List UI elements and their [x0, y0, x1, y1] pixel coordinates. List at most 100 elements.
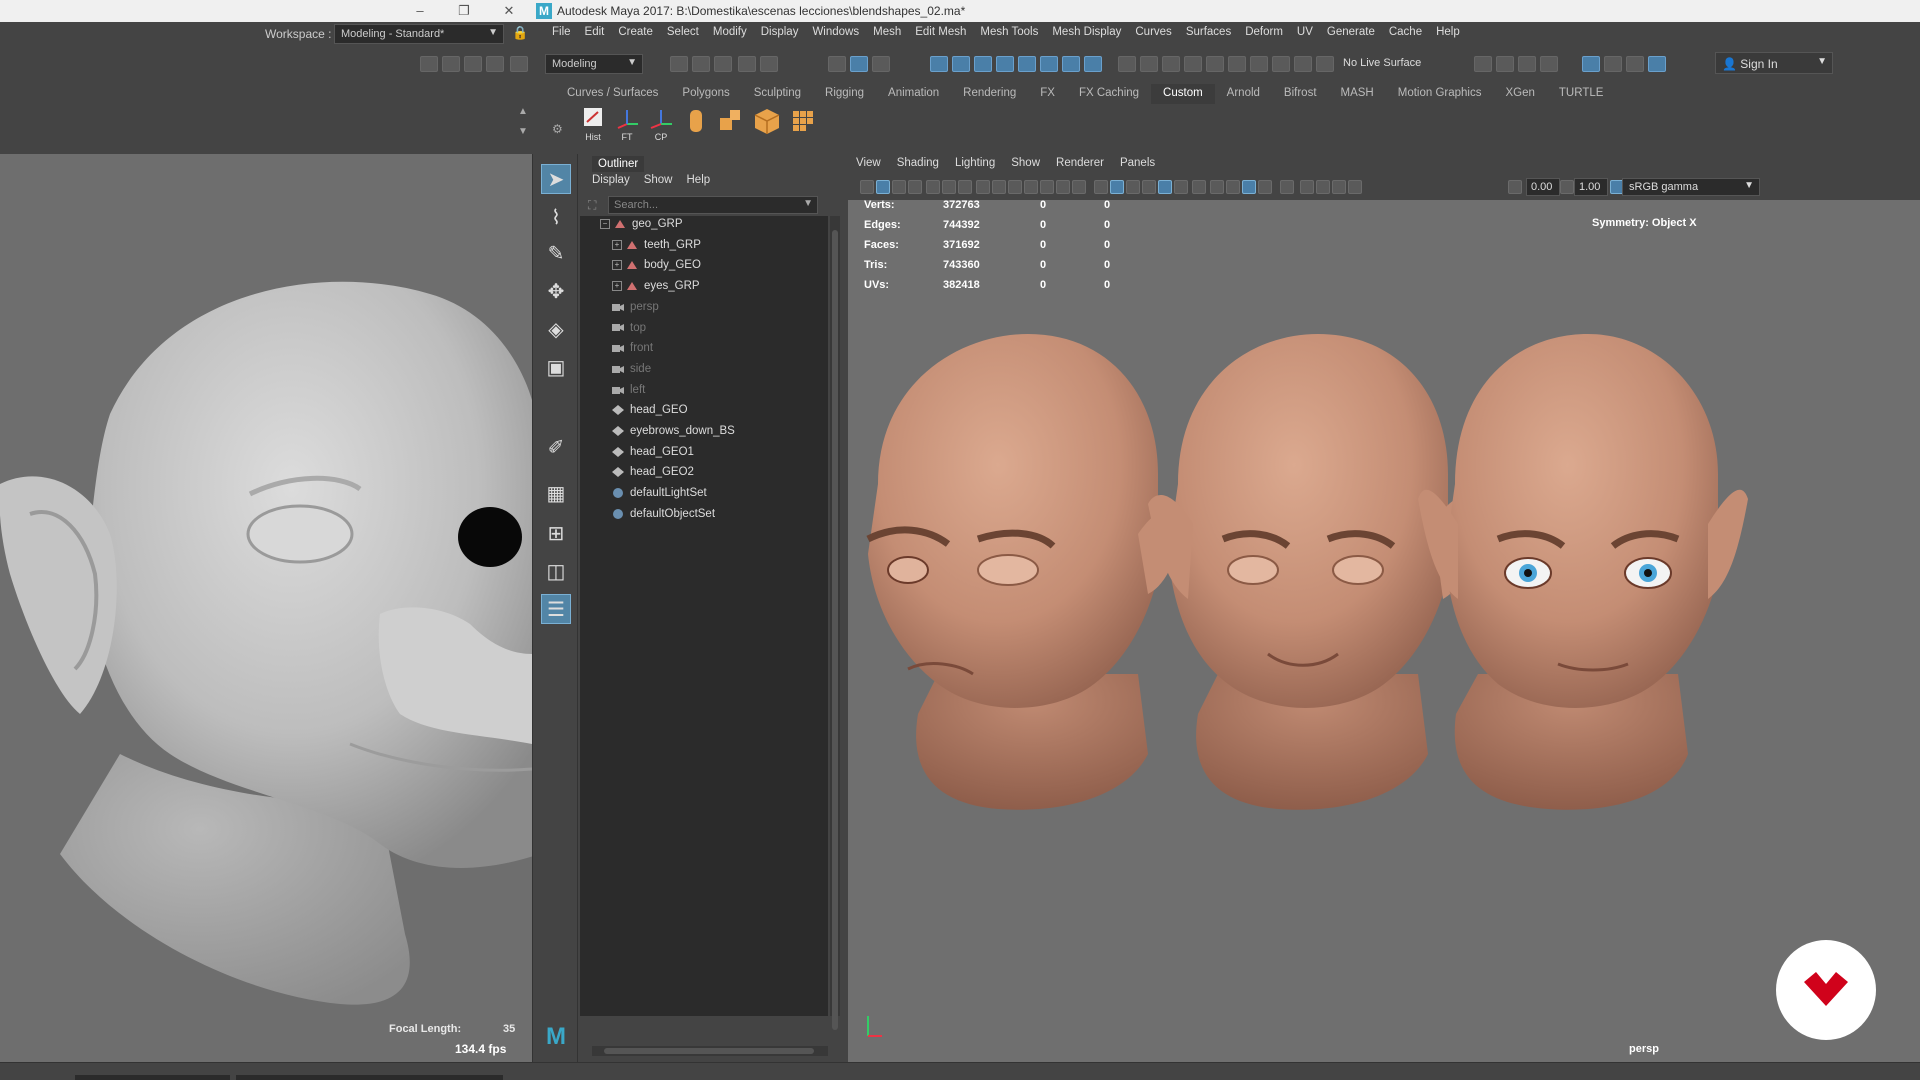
- outliner-title[interactable]: Outliner: [592, 156, 645, 172]
- render-frame-icon[interactable]: [1496, 56, 1514, 72]
- move-tool-icon[interactable]: ✥: [541, 276, 571, 306]
- select-component-icon[interactable]: [872, 56, 890, 72]
- menu-uv[interactable]: UV: [1290, 26, 1320, 38]
- shelf-scroll-down-icon[interactable]: ▼: [518, 126, 528, 137]
- menu-modify[interactable]: Modify: [706, 26, 754, 38]
- outliner-item[interactable]: + body_GEO: [612, 259, 701, 279]
- select-object-icon[interactable]: [850, 56, 868, 72]
- snap-view-icon[interactable]: [996, 56, 1014, 72]
- menu-mesh-display[interactable]: Mesh Display: [1045, 26, 1128, 38]
- layers-icon[interactable]: [510, 56, 528, 72]
- outliner-item[interactable]: + teeth_GRP: [612, 239, 701, 259]
- shelf-button-cube[interactable]: [752, 106, 782, 138]
- save-scene-icon[interactable]: [714, 56, 732, 72]
- snap-grid-icon[interactable]: [930, 56, 948, 72]
- outliner-item[interactable]: head_GEO1: [612, 446, 694, 466]
- viewport-persp[interactable]: View Shading Lighting Show Renderer Panels 0.…: [848, 154, 1920, 1062]
- shelf-tab-sculpting[interactable]: Sculpting: [742, 84, 813, 104]
- shelf-tab-turtle[interactable]: TURTLE: [1547, 84, 1616, 104]
- ipr-icon[interactable]: [1294, 56, 1312, 72]
- shelf-tab-xgen[interactable]: XGen: [1493, 84, 1546, 104]
- expand-icon[interactable]: +: [612, 239, 622, 250]
- snap-icon[interactable]: [1062, 56, 1080, 72]
- menu-curves[interactable]: Curves: [1128, 26, 1178, 38]
- snap-point-icon[interactable]: [974, 56, 992, 72]
- menu-set-select[interactable]: Modeling ▼: [545, 54, 643, 74]
- outliner-item[interactable]: persp: [612, 301, 659, 321]
- layout-icon[interactable]: [442, 56, 460, 72]
- pause-icon[interactable]: [1648, 56, 1666, 72]
- outliner-vertical-scrollbar[interactable]: [830, 216, 840, 1030]
- outliner-item[interactable]: − geo_GRP: [600, 218, 683, 238]
- scale-tool-icon[interactable]: ▣: [541, 352, 571, 382]
- rotate-tool-icon[interactable]: ◈: [541, 314, 571, 344]
- shelf-tab-arnold[interactable]: Arnold: [1215, 84, 1272, 104]
- menu-cache[interactable]: Cache: [1382, 26, 1429, 38]
- snap-icon[interactable]: [1040, 56, 1058, 72]
- outliner-item[interactable]: + eyes_GRP: [612, 280, 700, 300]
- open-scene-icon[interactable]: [692, 56, 710, 72]
- menu-edit[interactable]: Edit: [578, 26, 612, 38]
- hypershade-icon[interactable]: [1582, 56, 1600, 72]
- menu-mesh-tools[interactable]: Mesh Tools: [973, 26, 1045, 38]
- shelf-button-cp[interactable]: CP: [646, 106, 676, 142]
- history-icon[interactable]: [1118, 56, 1136, 72]
- menu-display[interactable]: Display: [754, 26, 806, 38]
- menu-help[interactable]: Help: [1429, 26, 1467, 38]
- shelf-scroll-up-icon[interactable]: ▲: [518, 106, 528, 117]
- outliner-horizontal-scrollbar[interactable]: [592, 1046, 828, 1056]
- outliner-layout-icon[interactable]: ☰: [541, 594, 571, 624]
- outliner-item[interactable]: left: [612, 384, 645, 404]
- paint-select-tool-icon[interactable]: ✎: [541, 238, 571, 268]
- restore-button[interactable]: ❐: [449, 1, 479, 21]
- pivot-icon[interactable]: [1206, 56, 1224, 72]
- collapse-icon[interactable]: −: [600, 218, 610, 229]
- layout-icon[interactable]: [486, 56, 504, 72]
- four-view-icon[interactable]: ⊞: [541, 518, 571, 548]
- shelf-settings-icon[interactable]: ⚙: [552, 122, 563, 136]
- shelf-tab-animation[interactable]: Animation: [876, 84, 951, 104]
- lock-icon[interactable]: 🔒: [512, 25, 528, 41]
- expand-icon[interactable]: +: [612, 260, 622, 271]
- ipr-render-icon[interactable]: [1518, 56, 1536, 72]
- outliner-item[interactable]: eyebrows_down_BS: [612, 425, 735, 445]
- redo-icon[interactable]: [760, 56, 778, 72]
- shelf-tab-fx[interactable]: FX: [1028, 84, 1067, 104]
- select-hierarchy-icon[interactable]: [828, 56, 846, 72]
- outliner-menu-help[interactable]: Help: [687, 174, 711, 186]
- lasso-tool-icon[interactable]: ⌇: [541, 202, 571, 232]
- new-scene-icon[interactable]: [670, 56, 688, 72]
- layout-icon[interactable]: [464, 56, 482, 72]
- single-view-icon[interactable]: ▦: [541, 478, 571, 508]
- menu-surfaces[interactable]: Surfaces: [1179, 26, 1238, 38]
- snap-curve-icon[interactable]: [952, 56, 970, 72]
- select-tool-icon[interactable]: ➤: [541, 164, 571, 194]
- soft-select-tool-icon[interactable]: ✐: [541, 432, 571, 462]
- render-setup-icon[interactable]: [1604, 56, 1622, 72]
- close-button[interactable]: ✕: [494, 1, 524, 21]
- lasso-icon[interactable]: [1250, 56, 1268, 72]
- shelf-tab-polygons[interactable]: Polygons: [670, 84, 741, 104]
- menu-windows[interactable]: Windows: [805, 26, 866, 38]
- outliner-menu-display[interactable]: Display: [592, 174, 630, 186]
- outliner-item[interactable]: front: [612, 342, 653, 362]
- outliner-item[interactable]: side: [612, 363, 651, 383]
- shelf-button-grid[interactable]: [788, 106, 818, 138]
- construction-history-icon[interactable]: [1184, 56, 1202, 72]
- snap-icon[interactable]: [1084, 56, 1102, 72]
- range-slider[interactable]: [236, 1075, 503, 1080]
- shelf-tab-curves-surfaces[interactable]: Curves / Surfaces: [555, 84, 670, 104]
- scrollbar-thumb[interactable]: [832, 230, 838, 1030]
- shelf-tab-rendering[interactable]: Rendering: [951, 84, 1028, 104]
- menu-generate[interactable]: Generate: [1320, 26, 1382, 38]
- outliner-item[interactable]: head_GEO2: [612, 466, 694, 486]
- shelf-button-cylinder[interactable]: [682, 106, 712, 138]
- outliner-menu-show[interactable]: Show: [644, 174, 673, 186]
- snap-surface-icon[interactable]: [1018, 56, 1036, 72]
- two-view-icon[interactable]: ◫: [541, 556, 571, 586]
- menu-create[interactable]: Create: [611, 26, 660, 38]
- sign-in-button[interactable]: 👤 Sign In ▼: [1715, 52, 1833, 74]
- outliner-item[interactable]: head_GEO: [612, 404, 688, 424]
- time-slider[interactable]: [75, 1075, 230, 1080]
- layout-icon[interactable]: [420, 56, 438, 72]
